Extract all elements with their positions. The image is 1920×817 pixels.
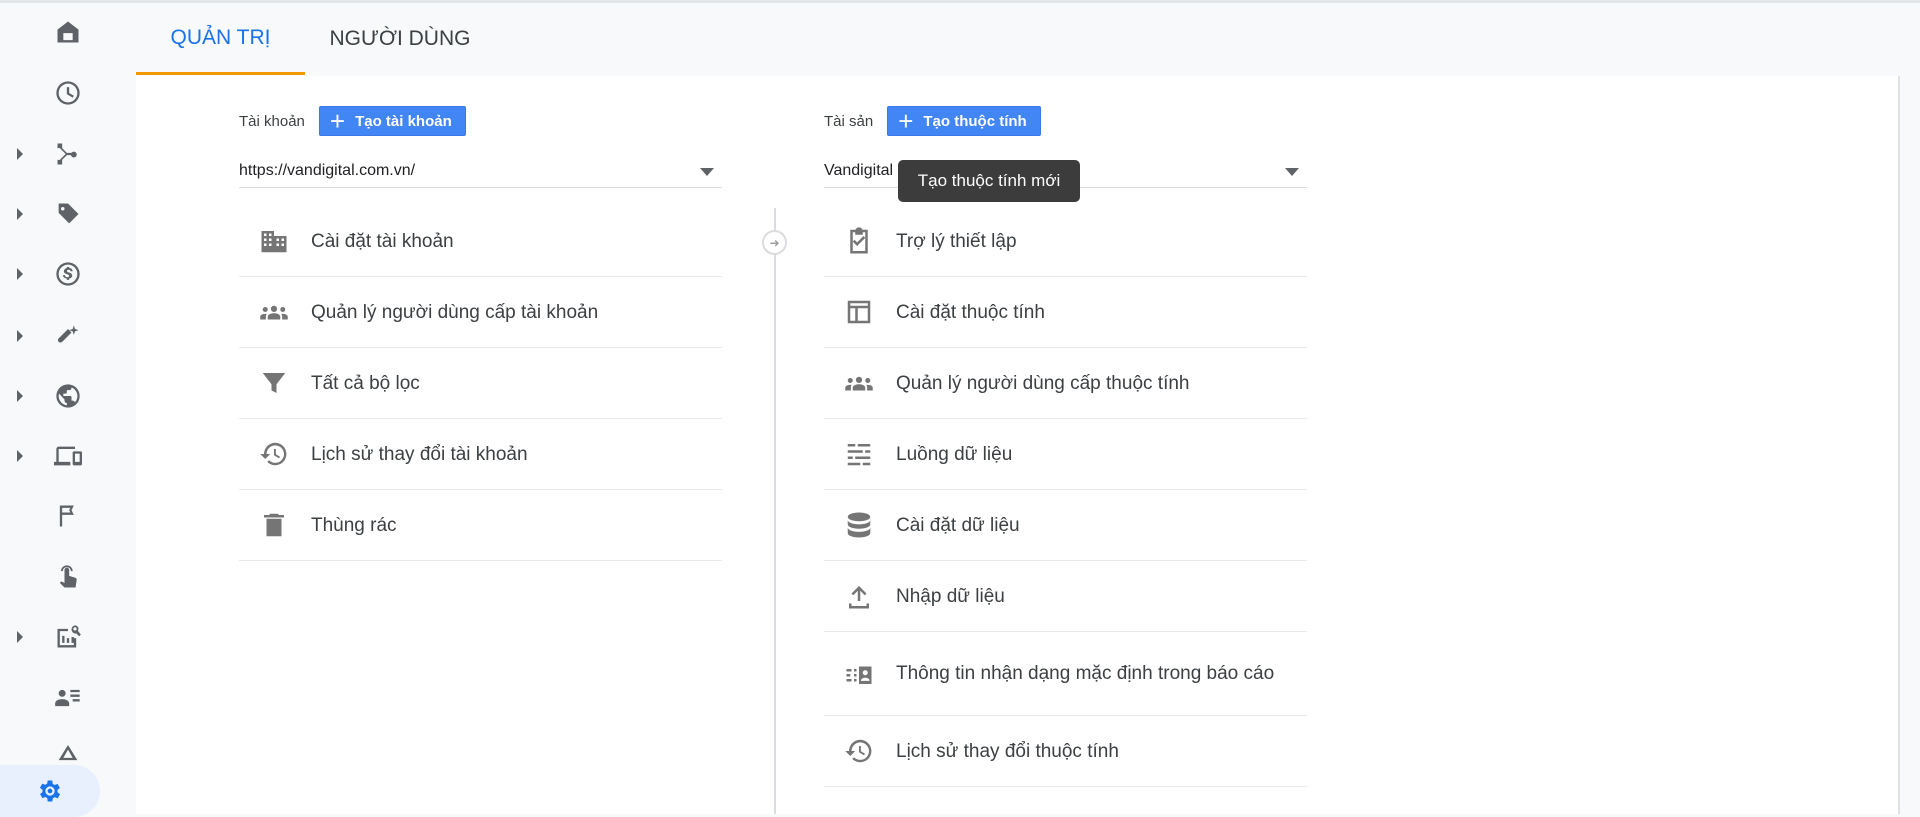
- sidebar-item-dollar[interactable]: [0, 252, 135, 296]
- menu-item-label: Lịch sử thay đổi thuộc tính: [896, 740, 1119, 762]
- expand-caret-icon[interactable]: [17, 450, 23, 462]
- menu-item-label: Quản lý người dùng cấp thuộc tính: [896, 372, 1190, 394]
- expand-caret-icon[interactable]: [17, 390, 23, 402]
- plus-icon: +: [329, 106, 346, 136]
- menu-item-label: Tất cả bộ lọc: [311, 372, 420, 394]
- tab-users[interactable]: NGƯỜI DÙNG: [305, 3, 495, 75]
- expand-caret-icon[interactable]: [17, 631, 23, 643]
- history-icon: [260, 442, 287, 466]
- people-icon: [845, 376, 873, 391]
- menu-item[interactable]: Cài đặt tài khoản: [239, 206, 722, 277]
- column-divider: [774, 208, 776, 814]
- plus-icon: +: [898, 106, 914, 136]
- menu-item[interactable]: Nhập dữ liệu: [824, 561, 1307, 632]
- property-label: Tài sản: [824, 112, 874, 130]
- arrow-right-icon: ➜: [762, 230, 787, 255]
- tab-admin[interactable]: QUẢN TRỊ: [136, 3, 305, 75]
- reporting-identity-icon: [846, 666, 872, 684]
- sidebar-item-devices[interactable]: [0, 434, 135, 478]
- trash-icon: [264, 513, 284, 537]
- account-menu: Cài đặt tài khoản Quản lý người dùng cấp …: [239, 206, 722, 561]
- gear-icon: [39, 780, 61, 802]
- people-icon: [260, 305, 288, 320]
- sidebar-item-flag[interactable]: [0, 494, 135, 538]
- menu-item-label: Cài đặt thuộc tính: [896, 301, 1045, 323]
- sidebar-item-acquisition[interactable]: [0, 132, 135, 176]
- menu-item[interactable]: Quản lý người dùng cấp thuộc tính: [824, 348, 1307, 419]
- tab-bar: QUẢN TRỊ NGƯỜI DÙNG: [136, 3, 1920, 75]
- dollar-icon: [55, 262, 80, 286]
- menu-item[interactable]: Thông tin nhận dạng mặc định trong báo c…: [824, 632, 1307, 716]
- menu-item[interactable]: Cài đặt dữ liệu: [824, 490, 1307, 561]
- property-menu: Trợ lý thiết lập Cài đặt thuộc tính Quản l…: [824, 206, 1307, 787]
- devices-icon: [53, 446, 82, 466]
- magnet-icon: [57, 325, 78, 343]
- menu-item[interactable]: Luồng dữ liệu: [824, 419, 1307, 490]
- create-account-button[interactable]: + Tạo tài khoản: [318, 106, 466, 136]
- filter-icon: [262, 373, 286, 393]
- menu-item-label: Luồng dữ liệu: [896, 443, 1013, 465]
- create-account-label: Tạo tài khoản: [355, 112, 452, 130]
- sidebar-item-clock[interactable]: [0, 71, 135, 115]
- menu-item[interactable]: Cài đặt thuộc tính: [824, 277, 1307, 348]
- home-icon: [57, 21, 78, 43]
- tooltip: Tạo thuộc tính mới: [898, 160, 1080, 202]
- sidebar-item-user-list[interactable]: [0, 676, 135, 720]
- dropdown-arrow-icon: [1285, 168, 1299, 176]
- data-streams-icon: [847, 444, 871, 466]
- property-selected: Vandigital: [824, 161, 894, 179]
- sidebar-item-report-search[interactable]: [0, 615, 135, 659]
- expand-caret-icon[interactable]: [17, 268, 23, 280]
- menu-item[interactable]: Trợ lý thiết lập: [824, 206, 1307, 277]
- sidebar-item-gear[interactable]: [0, 765, 100, 817]
- create-property-button[interactable]: + Tạo thuộc tính: [887, 106, 1041, 136]
- report-search-icon: [57, 625, 81, 648]
- scrollbar[interactable]: [1898, 76, 1900, 814]
- globe-icon: [55, 384, 80, 408]
- touch-icon: [59, 565, 77, 588]
- sidebar-item-home[interactable]: [0, 10, 135, 54]
- clipboard-check-icon: [850, 227, 868, 254]
- menu-item-label: Quản lý người dùng cấp tài khoản: [311, 301, 599, 323]
- layout-icon: [847, 300, 871, 324]
- expand-caret-icon[interactable]: [17, 148, 23, 160]
- tag-icon: [58, 203, 78, 224]
- building-icon: [261, 231, 287, 253]
- menu-item[interactable]: Lịch sử thay đổi tài khoản: [239, 419, 722, 490]
- menu-item[interactable]: Thùng rác: [239, 490, 722, 561]
- menu-item-label: Lịch sử thay đổi tài khoản: [311, 443, 528, 465]
- flag-icon: [59, 505, 74, 527]
- sidebar: [0, 3, 135, 817]
- user-list-icon: [54, 689, 80, 707]
- menu-item[interactable]: Quản lý người dùng cấp tài khoản: [239, 277, 722, 348]
- menu-item[interactable]: Tất cả bộ lọc: [239, 348, 722, 419]
- database-icon: [847, 512, 871, 538]
- menu-item-label: Thùng rác: [311, 514, 397, 536]
- clock-icon: [55, 81, 80, 105]
- acquisition-icon: [57, 143, 77, 165]
- sidebar-item-globe[interactable]: [0, 374, 135, 418]
- menu-item-label: Cài đặt dữ liệu: [896, 514, 1020, 536]
- expand-caret-icon[interactable]: [17, 208, 23, 220]
- account-select[interactable]: https://vandigital.com.vn/: [239, 154, 722, 188]
- triangle-icon: [58, 745, 77, 761]
- menu-item-label: Cài đặt tài khoản: [311, 230, 454, 252]
- menu-item[interactable]: Lịch sử thay đổi thuộc tính: [824, 716, 1307, 787]
- history-icon: [845, 739, 872, 763]
- create-property-label: Tạo thuộc tính: [923, 112, 1027, 130]
- expand-caret-icon[interactable]: [17, 330, 23, 342]
- upload-icon: [849, 586, 869, 609]
- account-label: Tài khoản: [239, 112, 305, 130]
- menu-item-label: Nhập dữ liệu: [896, 585, 1005, 607]
- menu-item-label: Thông tin nhận dạng mặc định trong báo c…: [896, 663, 1275, 684]
- sidebar-item-tag[interactable]: [0, 192, 135, 236]
- menu-item-label: Trợ lý thiết lập: [896, 230, 1017, 252]
- account-selected: https://vandigital.com.vn/: [239, 161, 416, 179]
- dropdown-arrow-icon: [700, 168, 714, 176]
- sidebar-item-touch[interactable]: [0, 555, 135, 599]
- sidebar-item-magnet[interactable]: [0, 314, 135, 358]
